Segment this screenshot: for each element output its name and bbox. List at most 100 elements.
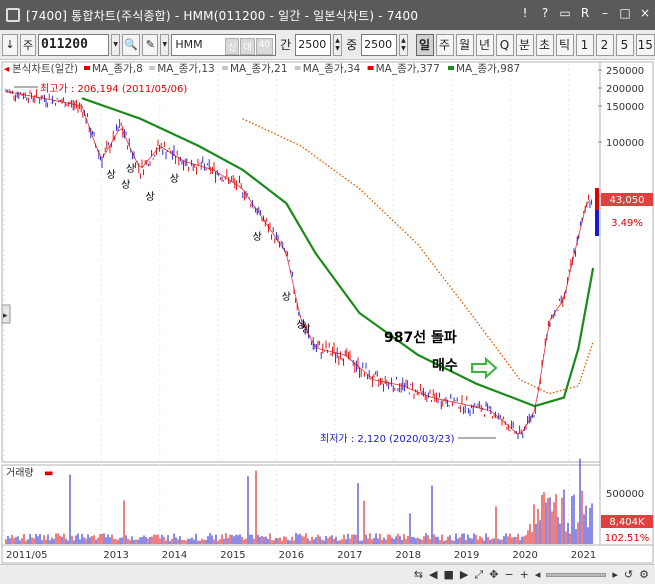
price-axis-tick-label: 200000	[606, 84, 644, 95]
date-axis-tick-label: 2021	[571, 550, 596, 561]
period-1-tab[interactable]: 1	[575, 33, 594, 56]
period-2-tab[interactable]: 2	[595, 33, 614, 56]
fit-icon[interactable]: ⤢	[474, 568, 483, 582]
weight-stepper[interactable]: ▲ ▼	[398, 33, 408, 56]
legend-swatch	[84, 66, 90, 70]
date-axis-tick-label: 2018	[396, 550, 421, 561]
volume-title: 거래량	[6, 467, 34, 479]
play-icon[interactable]: ▶	[460, 568, 468, 581]
volume-tick: 500000	[606, 489, 644, 500]
edit-dropdown-button[interactable]: ▼	[160, 33, 170, 56]
period-day-tab[interactable]: 일	[415, 33, 434, 56]
price-axis-tick-label: 250000	[606, 66, 644, 77]
current-price-marker-down	[595, 210, 599, 236]
current-price-marker-up	[595, 188, 599, 210]
tag-margin: 40	[255, 37, 274, 55]
legend-item-label: MA_종가,21	[230, 63, 288, 75]
legend-item-label: MA_종가,8	[92, 63, 143, 75]
days-input[interactable]: 2500	[295, 33, 331, 56]
period-minute-tab[interactable]: 분	[515, 33, 534, 56]
days-stepper[interactable]: ▲ ▼	[333, 33, 343, 56]
price-chart-svg[interactable]: 상상상상상상상상상 ◂ 본식차트(일간) MA_종가,8 MA_종가,13 MA_종…	[0, 60, 655, 564]
window-title: [7400] 통합차트(주식종합) - HMM(011200 - 일간 - 일본…	[26, 8, 419, 23]
limit-up-marker: 상	[126, 163, 135, 175]
legend-swatch	[448, 66, 454, 70]
date-axis-tick-label: 2014	[162, 550, 187, 561]
alert-icon[interactable]: !	[519, 6, 531, 20]
date-axis-tick-label: 2017	[337, 550, 362, 561]
maximize-icon[interactable]: □	[619, 6, 631, 20]
pan-icon[interactable]: ✥	[489, 568, 498, 581]
limit-up-marker: 상	[107, 169, 116, 181]
edit-icon[interactable]: ✎	[142, 33, 159, 56]
scroll-track[interactable]	[546, 572, 607, 577]
period-week-tab[interactable]: 주	[435, 33, 454, 56]
stock-code-input[interactable]: 011200	[38, 33, 110, 56]
first-icon[interactable]: ◀	[429, 568, 437, 581]
code-dropdown-button[interactable]: ▼	[111, 33, 121, 56]
weight-input[interactable]: 2500	[361, 33, 397, 56]
arrow-down-button[interactable]: ↓	[2, 33, 18, 56]
period-tick-tab[interactable]: 틱	[555, 33, 574, 56]
limit-up-marker: 상	[145, 191, 154, 203]
minimize-icon[interactable]: –	[599, 6, 611, 20]
period-second-tab[interactable]: 초	[535, 33, 554, 56]
buy-annotation: 매수	[432, 358, 458, 374]
legend-item-label: MA_종가,377	[376, 63, 440, 75]
price-axis-tick-label: 150000	[606, 102, 644, 113]
volume-current: 8,404K	[609, 517, 645, 528]
high-price-annotation: 최고가 : 206,194 (2011/05/06)	[40, 83, 187, 95]
chart-area[interactable]: 상상상상상상상상상 ◂ 본식차트(일간) MA_종가,8 MA_종가,13 MA_종…	[0, 60, 655, 564]
current-price: 43,050	[610, 195, 645, 206]
restore-icon[interactable]: ▭	[559, 6, 571, 20]
chart-scroll-bar: ⇆ ◀ ■ ▶ ⤢ ✥ − + ◂ ▸ ↺ ⚙	[0, 564, 655, 584]
legend-swatch	[294, 66, 301, 70]
scroll-right-icon[interactable]: ▸	[612, 568, 618, 581]
window-title-bar: [7400] 통합차트(주식종합) - HMM(011200 - 일간 - 일본…	[0, 0, 655, 30]
date-axis-tick-label: 2015	[220, 550, 245, 561]
search-icon[interactable]: 🔍	[122, 33, 141, 56]
legend-swatch	[367, 66, 374, 70]
zoom-out-icon[interactable]: −	[504, 568, 513, 581]
limit-up-marker: 상	[282, 291, 291, 303]
price-axis-panel	[599, 61, 654, 546]
limit-up-marker: 상	[253, 231, 262, 243]
stock-type-button[interactable]: 주	[20, 33, 36, 56]
settings-icon[interactable]: ⚙	[639, 568, 649, 581]
zoom-icon[interactable]: ⇆	[414, 568, 423, 581]
scroll-left-icon[interactable]: ◂	[535, 568, 541, 581]
period-year-tab[interactable]: 년	[475, 33, 494, 56]
volume-percent: 102.51%	[605, 533, 650, 544]
weight-label: 중	[346, 38, 358, 52]
date-axis-panel	[1, 544, 654, 564]
zoom-in-icon[interactable]: +	[520, 568, 529, 581]
legend-item-label: MA_종가,987	[456, 63, 520, 75]
date-axis-tick-label: 2011/05	[6, 550, 48, 561]
tag-credit: 신	[225, 37, 240, 55]
legend-main-marker: ◂	[4, 63, 10, 75]
tag-loan: 대	[240, 37, 255, 55]
period-15-tab[interactable]: 15	[635, 33, 655, 56]
legend-swatch	[222, 66, 228, 70]
date-axis-tick-label: 2013	[103, 550, 128, 561]
refresh-icon[interactable]: R	[579, 6, 591, 20]
date-axis-tick-label: 2016	[279, 550, 304, 561]
period-month-tab[interactable]: 월	[455, 33, 474, 56]
stock-name-field: HMM 신 대 40	[171, 33, 277, 56]
stop-icon[interactable]: ■	[444, 568, 454, 581]
legend-swatch	[149, 66, 156, 70]
limit-up-marker: 상	[170, 173, 179, 185]
stock-tags: 신 대 40	[225, 37, 274, 55]
limit-up-marker: 상	[121, 179, 130, 191]
low-price-annotation: 최저가 : 2,120 (2020/03/23)	[320, 433, 455, 445]
chart-toolbar: ↓ 주 011200 ▼ 🔍 ✎ ▼ HMM 신 대 40 간 2500 ▲ ▼ …	[0, 30, 655, 60]
period-quarter-tab[interactable]: Q	[495, 33, 514, 56]
reset-icon[interactable]: ↺	[624, 568, 633, 581]
change-percent: 3.49%	[611, 218, 643, 229]
limit-up-marker: 상	[301, 323, 310, 335]
close-icon[interactable]: ×	[639, 6, 651, 20]
period-5-tab[interactable]: 5	[615, 33, 634, 56]
legend-main-label: 본식차트(일간)	[12, 62, 78, 75]
date-axis-tick-label: 2019	[454, 550, 479, 561]
help-icon[interactable]: ?	[539, 6, 551, 20]
